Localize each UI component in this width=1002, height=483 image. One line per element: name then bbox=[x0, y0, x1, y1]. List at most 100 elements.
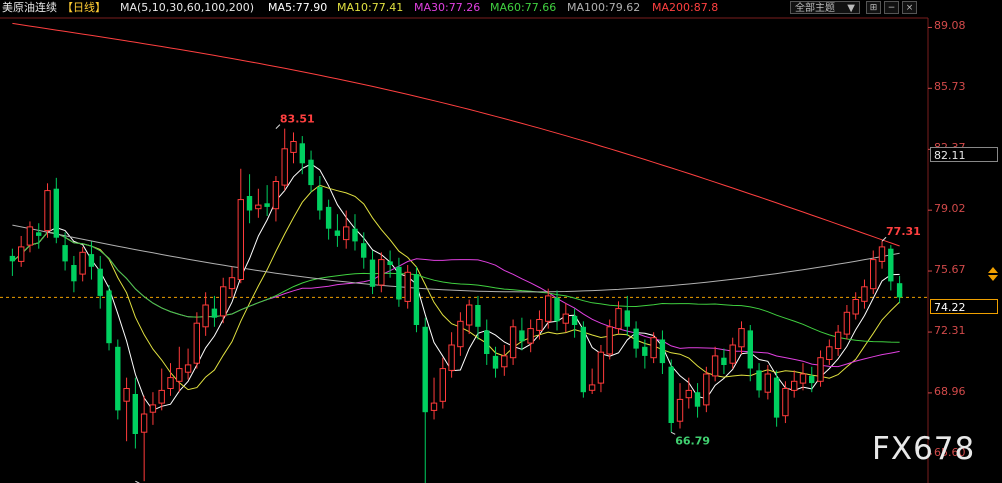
candle-down bbox=[633, 328, 639, 349]
candle-down bbox=[624, 310, 630, 327]
candle-down bbox=[475, 305, 481, 327]
candle-up bbox=[18, 246, 25, 262]
y-tick-label: 72.31 bbox=[934, 324, 966, 338]
candle-down bbox=[106, 290, 112, 344]
candle-down bbox=[9, 255, 16, 262]
candle-down bbox=[721, 357, 727, 365]
chevron-down-icon: ▼ bbox=[847, 3, 855, 14]
candle-up bbox=[852, 299, 859, 315]
candle-down bbox=[580, 326, 586, 393]
candle-down bbox=[62, 245, 68, 262]
candle-up bbox=[676, 398, 684, 422]
candle-up bbox=[878, 246, 886, 262]
candle-down bbox=[413, 274, 420, 325]
candle-up bbox=[26, 226, 34, 246]
scroll-up-icon[interactable] bbox=[988, 267, 998, 273]
period-label: 【日线】 bbox=[62, 1, 106, 14]
candle-down bbox=[308, 159, 314, 186]
candle-up bbox=[466, 304, 473, 326]
candle-up bbox=[281, 148, 288, 186]
candle-up bbox=[738, 328, 745, 348]
candle-up bbox=[826, 346, 833, 360]
candle-up bbox=[861, 286, 868, 302]
candle-up bbox=[439, 368, 447, 402]
candle-up bbox=[527, 328, 534, 344]
candle-down bbox=[132, 394, 138, 434]
candle-down bbox=[756, 370, 762, 391]
watermark-logo: FX678 bbox=[872, 431, 976, 467]
candle-up bbox=[378, 259, 385, 286]
candle-up bbox=[184, 364, 192, 373]
candle-up bbox=[685, 389, 692, 399]
y-tick-label: 89.08 bbox=[934, 19, 966, 33]
candle-up bbox=[764, 373, 771, 393]
moving-average-lines bbox=[12, 22, 900, 411]
candle-down bbox=[659, 339, 666, 364]
candle-down bbox=[246, 196, 253, 211]
candle-up bbox=[272, 181, 280, 210]
candle-up bbox=[501, 355, 508, 368]
candle-up bbox=[597, 351, 605, 384]
candle-down bbox=[97, 268, 103, 296]
candle-up bbox=[545, 295, 552, 322]
candle-down bbox=[36, 232, 42, 236]
candle-up bbox=[220, 286, 227, 317]
candle-up bbox=[729, 344, 736, 364]
candle-up bbox=[79, 251, 86, 275]
fullscreen-button[interactable]: ⊞ bbox=[866, 1, 881, 14]
candle-down bbox=[53, 188, 59, 238]
candle-down bbox=[484, 330, 490, 354]
candle-down bbox=[747, 330, 753, 369]
annotation-label: 83.51 bbox=[280, 113, 315, 126]
candle-up bbox=[791, 380, 798, 391]
y-tick-label: 75.67 bbox=[934, 263, 966, 277]
candle-down bbox=[264, 203, 270, 207]
candle-down bbox=[773, 377, 780, 418]
candle-down bbox=[571, 315, 578, 325]
scroll-down-icon[interactable] bbox=[988, 275, 998, 281]
ma100-line bbox=[12, 224, 900, 293]
candle-up bbox=[158, 389, 165, 404]
annotation-label: 66.79 bbox=[675, 434, 710, 447]
candle-up bbox=[817, 357, 824, 382]
close-button[interactable]: × bbox=[902, 1, 917, 14]
ma30-line bbox=[12, 231, 900, 368]
ma200-line bbox=[12, 22, 900, 247]
candle-up bbox=[176, 368, 183, 382]
candle-up bbox=[44, 190, 51, 232]
y-tick-label: 68.96 bbox=[934, 384, 966, 398]
candle-down bbox=[554, 297, 560, 322]
ma-params[interactable]: MA(5,10,30,60,100,200) bbox=[120, 0, 254, 16]
candle-up bbox=[123, 388, 130, 402]
candles-group bbox=[9, 128, 903, 483]
candle-down bbox=[361, 243, 367, 258]
candle-up bbox=[650, 337, 657, 359]
candle-down bbox=[369, 259, 376, 287]
candle-up bbox=[562, 313, 569, 324]
theme-dropdown-label: 全部主题 bbox=[795, 3, 835, 14]
candlestick-chart: 83.5164.1063.8066.7977.31 bbox=[0, 17, 932, 483]
candle-down bbox=[888, 248, 894, 282]
ma200-value: MA200:87.8 bbox=[652, 1, 719, 14]
candle-down bbox=[896, 283, 903, 298]
candle-down bbox=[325, 206, 332, 229]
candle-up bbox=[711, 355, 719, 377]
candle-up bbox=[703, 373, 710, 406]
candle-down bbox=[88, 254, 95, 267]
candle-down bbox=[422, 326, 428, 413]
candle-down bbox=[211, 308, 218, 318]
theme-dropdown[interactable]: 全部主题 ▼ bbox=[790, 1, 860, 14]
candle-up bbox=[588, 384, 596, 391]
ma100-value: MA100:79.62 bbox=[567, 1, 641, 14]
candle-down bbox=[809, 375, 815, 384]
candle-up bbox=[167, 377, 174, 390]
candle-up bbox=[782, 388, 789, 417]
candle-down bbox=[317, 186, 323, 211]
candle-up bbox=[843, 311, 851, 335]
candle-up bbox=[290, 141, 297, 153]
candle-down bbox=[334, 230, 341, 236]
candle-down bbox=[387, 261, 393, 265]
ma5-value: MA5:77.90 bbox=[268, 1, 328, 14]
minimize-button[interactable]: − bbox=[884, 1, 899, 14]
candle-down bbox=[299, 143, 305, 164]
